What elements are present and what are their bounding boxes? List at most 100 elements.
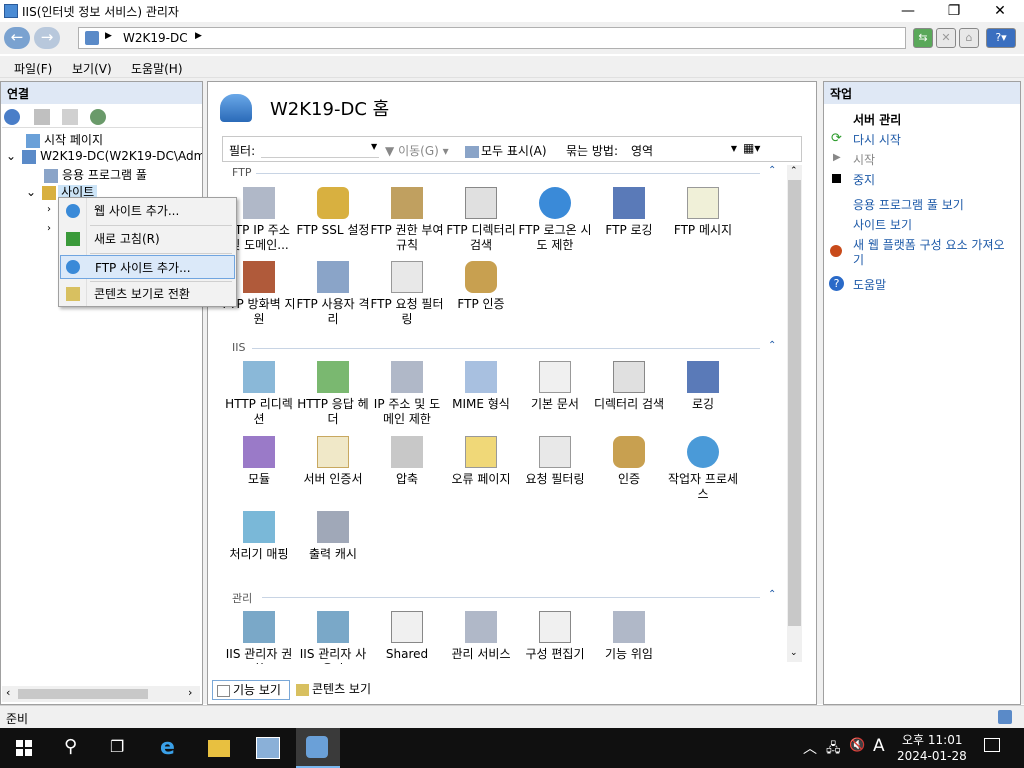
feature-ftp-logging[interactable]: FTP 로깅	[592, 187, 666, 238]
feature-logging[interactable]: 로깅	[666, 361, 740, 412]
feature-mgmt-service[interactable]: 관리 서비스	[444, 611, 518, 662]
view-mode-icon[interactable]: ▦▾	[743, 141, 760, 155]
menu-view[interactable]: 보기(V)	[72, 60, 112, 77]
ime-indicator[interactable]: A	[873, 736, 885, 756]
help-toolbar-icon[interactable]: ?▾	[986, 28, 1016, 48]
save-icon[interactable]	[34, 109, 50, 125]
feature-authentication[interactable]: 인증	[592, 436, 666, 487]
address-bar[interactable]: ▶ W2K19-DC ▶	[78, 27, 906, 49]
scroll-thumb[interactable]	[18, 689, 148, 699]
scroll-down-icon[interactable]: ⌄	[790, 648, 798, 658]
minimize-icon[interactable]: —	[885, 0, 931, 22]
menu-add-ftp-site[interactable]: FTP 사이트 추가...	[60, 255, 235, 279]
feature-http-redirect[interactable]: HTTP 리디렉션	[222, 361, 296, 427]
tree-item-start-page[interactable]: 시작 페이지	[26, 131, 103, 148]
menu-refresh[interactable]: 새로 고침(R)	[60, 227, 235, 251]
feature-ftp-browse[interactable]: FTP 디렉터리 검색	[444, 187, 518, 253]
home-toolbar-icon[interactable]: ⌂	[959, 28, 979, 48]
iis-manager-taskbar-icon[interactable]	[296, 728, 340, 768]
search-icon[interactable]: ⚲	[64, 736, 77, 757]
filter-dropdown-icon[interactable]: ▼	[371, 142, 377, 151]
internet-explorer-icon[interactable]: e	[160, 735, 175, 760]
forward-button[interactable]: →	[34, 27, 60, 49]
feature-shared[interactable]: Shared	[370, 611, 444, 662]
connect-icon[interactable]	[4, 109, 20, 125]
refresh-toolbar-icon[interactable]: ⇆	[913, 28, 933, 48]
tree-item-server[interactable]: ⌄ W2K19-DC(W2K19-DC\Adm	[6, 149, 202, 164]
breadcrumb-host[interactable]: W2K19-DC	[123, 31, 188, 45]
feature-mime[interactable]: MIME 형식	[444, 361, 518, 412]
close-icon[interactable]: ✕	[977, 0, 1023, 22]
action-help[interactable]: 도움말	[853, 276, 886, 293]
chevron-up-icon[interactable]: ︿	[803, 738, 817, 758]
server-manager-icon[interactable]	[256, 737, 280, 759]
feature-default-doc[interactable]: 기본 문서	[518, 361, 592, 412]
back-button[interactable]: ←	[4, 27, 30, 49]
collapse-ftp-icon[interactable]: ⌃	[768, 165, 776, 176]
menu-switch-content-view[interactable]: 콘텐츠 보기로 전환	[60, 282, 235, 306]
feature-dir-browse[interactable]: 디렉터리 검색	[592, 361, 666, 412]
tree-expander-icon[interactable]: ›	[47, 204, 51, 215]
menu-add-website[interactable]: 웹 사이트 추가...	[60, 199, 235, 223]
feature-worker-processes[interactable]: 작업자 프로세스	[666, 436, 740, 502]
action-view-sites[interactable]: 사이트 보기	[853, 216, 912, 233]
filter-input[interactable]	[261, 140, 379, 158]
feature-error-pages[interactable]: 오류 페이지	[444, 436, 518, 487]
feature-ip-restrict[interactable]: IP 주소 및 도메인 제한	[370, 361, 444, 427]
delete-connection-icon[interactable]	[90, 109, 106, 125]
volume-mute-icon[interactable]: 🔇	[849, 738, 865, 753]
menu-file[interactable]: 파일(F)	[14, 60, 52, 77]
stop-toolbar-icon[interactable]: ✕	[936, 28, 956, 48]
feature-compression[interactable]: 압축	[370, 436, 444, 487]
feature-output-cache[interactable]: 출력 캐시	[296, 511, 370, 562]
tree-expander-icon[interactable]: ›	[47, 223, 51, 234]
feature-ftp-isolation[interactable]: FTP 사용자 격리	[296, 261, 370, 327]
feature-ftp-messages[interactable]: FTP 메시지	[666, 187, 740, 238]
group-by-select[interactable]: 영역 ▼	[627, 140, 739, 158]
action-view-app-pools[interactable]: 응용 프로그램 풀 보기	[853, 196, 964, 213]
network-icon[interactable]: 🖧	[826, 739, 841, 761]
breadcrumb-arrow-icon[interactable]: ▶	[195, 31, 202, 41]
notification-icon[interactable]	[984, 738, 1000, 752]
collapse-management-icon[interactable]: ⌃	[768, 589, 776, 600]
feature-ftp-logon-limit[interactable]: FTP 로그온 시도 제한	[518, 187, 592, 253]
feature-iis-mgr-perms[interactable]: IIS 관리자 권한	[222, 611, 296, 664]
tab-features-view[interactable]: 기능 보기	[212, 680, 290, 700]
tab-content-view[interactable]: 콘텐츠 보기	[294, 680, 384, 700]
file-explorer-icon[interactable]	[208, 740, 230, 757]
clock-time[interactable]: 오후 11:01	[902, 731, 962, 748]
scroll-right-icon[interactable]: ›	[188, 686, 192, 699]
maximize-icon[interactable]: ❐	[931, 0, 977, 22]
menu-help[interactable]: 도움말(H)	[131, 60, 183, 77]
feature-iis-mgr-users[interactable]: IIS 관리자 사용자	[296, 611, 370, 664]
feature-server-certs[interactable]: 서버 인증서	[296, 436, 370, 487]
collapse-iis-icon[interactable]: ⌃	[768, 340, 776, 351]
feature-handler-mappings[interactable]: 처리기 매핑	[222, 511, 296, 562]
feature-config-editor[interactable]: 구성 편집기	[518, 611, 592, 662]
action-start[interactable]: 시작	[853, 151, 875, 168]
action-get-web-platform[interactable]: 새 웹 플랫폼 구성 요소 가져오기	[853, 238, 1015, 268]
chevron-down-icon[interactable]: ⌄	[26, 185, 36, 199]
feature-http-headers[interactable]: HTTP 응답 헤더	[296, 361, 370, 427]
feature-request-filter[interactable]: 요청 필터링	[518, 436, 592, 487]
scroll-up-icon[interactable]: ⌃	[790, 166, 798, 176]
windows-start-icon[interactable]	[16, 740, 32, 756]
feature-modules[interactable]: 모듈	[222, 436, 296, 487]
action-stop[interactable]: 중지	[853, 171, 875, 188]
task-view-icon[interactable]: ❐	[110, 737, 124, 756]
show-all-button[interactable]: 모두 표시(A)	[465, 142, 547, 159]
feature-delegation[interactable]: 기능 위임	[592, 611, 666, 662]
scroll-thumb[interactable]	[788, 180, 801, 626]
horizontal-scrollbar[interactable]: ‹ ›	[2, 686, 200, 702]
go-button[interactable]: ▼ 이동(G) ▾	[385, 142, 449, 159]
feature-ftp-request-filter[interactable]: FTP 요청 필터링	[370, 261, 444, 327]
chevron-down-icon[interactable]: ⌄	[6, 149, 16, 163]
up-icon[interactable]	[62, 109, 78, 125]
feature-ftp-ssl[interactable]: FTP SSL 설정	[296, 187, 370, 238]
feature-ftp-authz[interactable]: FTP 권한 부여 규칙	[370, 187, 444, 253]
scroll-left-icon[interactable]: ‹	[6, 686, 10, 699]
tree-item-app-pools[interactable]: 응용 프로그램 풀	[44, 166, 147, 183]
clock-date[interactable]: 2024-01-28	[897, 749, 967, 763]
feature-ftp-auth[interactable]: FTP 인증	[444, 261, 518, 312]
action-restart[interactable]: 다시 시작	[853, 131, 901, 148]
